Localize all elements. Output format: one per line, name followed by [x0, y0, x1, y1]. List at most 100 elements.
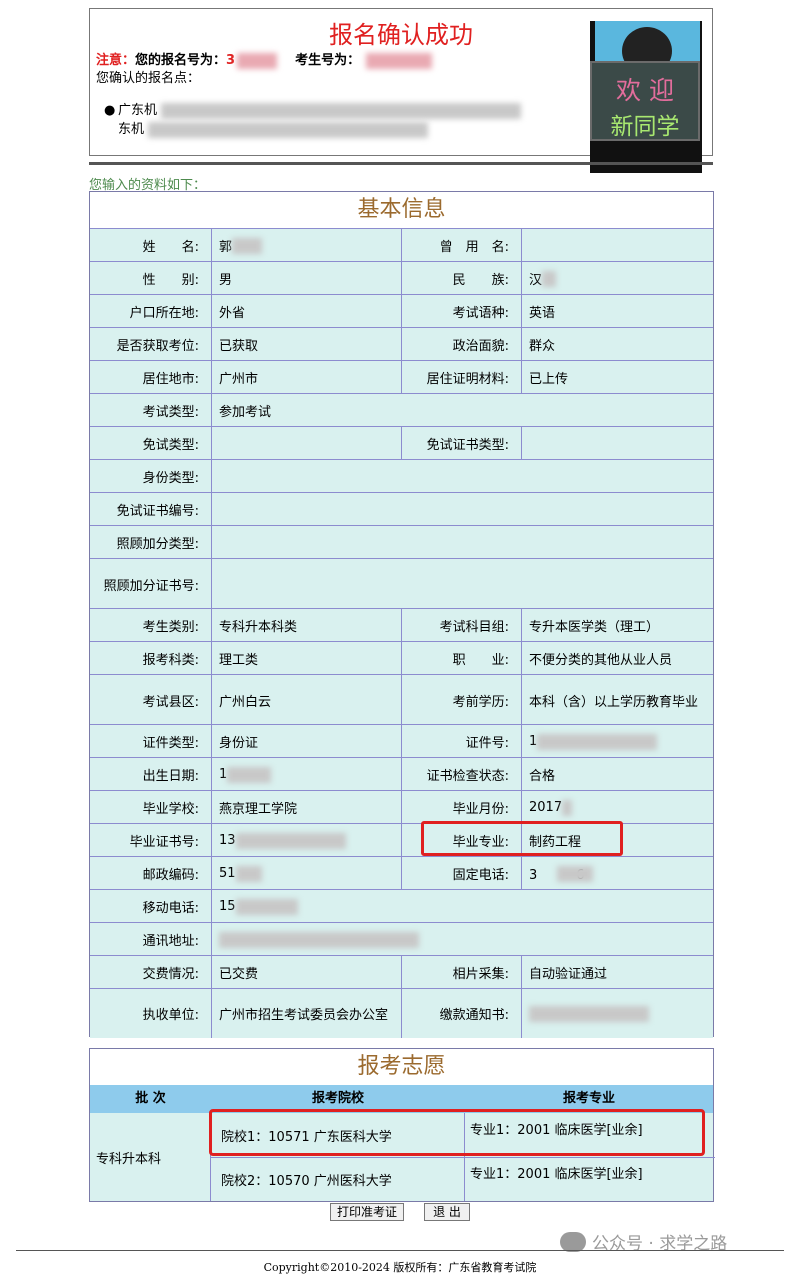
field-label-text: 政治面貌:	[452, 339, 509, 354]
info-row: 证件类型: 身份证 证件号: 1	[90, 724, 713, 758]
field-value	[211, 427, 401, 460]
redacted-value	[219, 931, 419, 948]
divider	[89, 162, 713, 165]
field-label-text: 性 别:	[142, 273, 199, 288]
field-label-text: 毕业月份:	[452, 802, 509, 817]
highlight-box	[209, 1109, 705, 1156]
field-value: 1	[211, 758, 401, 791]
school-cell: 院校2：10570 广州医科大学	[221, 1173, 392, 1189]
print-admission-button[interactable]: 打印准考证	[330, 1203, 404, 1221]
welcome-text: 欢 迎	[616, 76, 674, 105]
point-line1: 广东机	[118, 103, 158, 118]
field-value-text: 燕京理工学院	[219, 802, 298, 817]
field-value: 专科升本科类	[211, 609, 401, 642]
field-value: 郭	[211, 229, 401, 262]
field-value: 15	[211, 890, 713, 923]
info-row: 执收单位: 广州市招生考试委员会办公室 缴款通知书:	[90, 988, 713, 1038]
field-value-text: 已上传	[529, 372, 569, 387]
field-value	[521, 229, 713, 262]
field-label-text: 固定电话:	[452, 868, 509, 883]
exit-button[interactable]: 退 出	[424, 1203, 470, 1221]
field-label: 证件号:	[401, 725, 521, 758]
field-value: 英语	[521, 295, 713, 328]
field-label: 执收单位:	[90, 989, 211, 1038]
field-value-text: 1	[219, 767, 228, 782]
field-label-text: 考前学历:	[452, 694, 509, 710]
registration-notice: 注意：您的报名号为：3 考生号为：	[96, 49, 433, 69]
info-row: 通讯地址:	[90, 922, 713, 956]
field-label: 照顾加分类型:	[90, 526, 211, 559]
field-value: 已交费	[211, 956, 401, 989]
field-label: 免试证书类型:	[401, 427, 521, 460]
info-row: 考生类别: 专科升本科类 考试科目组: 专升本医学类（理工）	[90, 608, 713, 642]
field-label-text: 考试类型:	[142, 405, 199, 420]
redacted-value	[235, 832, 346, 849]
info-row: 出生日期: 1 证书检查状态: 合格	[90, 757, 713, 791]
field-label-text: 考试科目组:	[439, 620, 509, 635]
field-label: 姓 名:	[90, 229, 211, 262]
field-value-text: 专升本医学类（理工）	[529, 620, 660, 635]
field-label-text: 毕业证书号:	[129, 835, 199, 850]
field-label: 居住证明材料:	[401, 361, 521, 394]
info-row: 毕业学校: 燕京理工学院 毕业月份: 2017	[90, 790, 713, 824]
field-label: 通讯地址:	[90, 923, 211, 956]
field-value: 理工类	[211, 642, 401, 675]
field-label: 考试类型:	[90, 394, 211, 427]
field-label: 毕业证书号:	[90, 824, 211, 857]
info-row: 姓 名: 郭 曾 用 名:	[90, 228, 713, 262]
info-row: 性 别: 男 民 族: 汉	[90, 261, 713, 295]
field-label-text: 考生类别:	[142, 620, 199, 635]
field-label-text: 民 族:	[452, 273, 509, 288]
field-value-text: 本科（含）以上学历教育毕业	[529, 694, 699, 710]
redacted-reg-no	[237, 52, 278, 69]
redacted-value	[556, 865, 593, 882]
field-label: 性 别:	[90, 262, 211, 295]
field-value: 广州市	[211, 361, 401, 394]
field-value: 不便分类的其他从业人员	[521, 642, 713, 675]
field-value	[211, 526, 713, 559]
field-value: 外省	[211, 295, 401, 328]
field-label-text: 是否获取考位:	[116, 339, 199, 354]
field-label-text: 交费情况:	[142, 967, 199, 982]
field-label: 民 族:	[401, 262, 521, 295]
field-value-text: 1	[529, 734, 538, 749]
point-line2: 东机	[118, 122, 145, 137]
field-value: 已上传	[521, 361, 713, 394]
info-row: 居住地市: 广州市 居住证明材料: 已上传	[90, 360, 713, 394]
welcome-text: 新同学	[610, 114, 680, 140]
info-row: 免试类型: 免试证书类型:	[90, 426, 713, 460]
field-label: 政治面貌:	[401, 328, 521, 361]
field-value-text: 外省	[219, 306, 246, 321]
field-label-text: 邮政编码:	[142, 868, 199, 883]
field-value: 1	[521, 725, 713, 758]
applicant-photo: 欢 迎 新同学	[590, 21, 702, 173]
field-value	[211, 559, 713, 609]
info-row: 免试证书编号:	[90, 492, 713, 526]
field-value: 自动验证通过	[521, 956, 713, 989]
field-value-text: 合格	[529, 769, 556, 784]
info-row: 照顾加分证书号:	[90, 558, 713, 609]
field-label: 邮政编码:	[90, 857, 211, 890]
field-label-text: 免试证书类型:	[426, 438, 509, 453]
field-label: 报考科类:	[90, 642, 211, 675]
field-value-text: 广州白云	[219, 694, 272, 710]
field-value-text: 广州市	[219, 372, 259, 387]
field-value-text: 已获取	[219, 339, 259, 354]
field-value-text: 15	[219, 899, 236, 914]
field-value: 13	[211, 824, 401, 857]
redacted-value	[227, 766, 272, 783]
field-value-text: 已交费	[219, 967, 259, 982]
field-label-text: 身份类型:	[142, 471, 199, 486]
field-label: 居住地市:	[90, 361, 211, 394]
field-value-text: 郭	[219, 240, 233, 255]
field-label-text: 免试类型:	[142, 438, 199, 453]
field-value	[211, 460, 713, 493]
field-value: 2017	[521, 791, 713, 824]
info-row: 身份类型:	[90, 459, 713, 493]
copyright: Copyright©2010-2024 版权所有：广东省教育考试院	[263, 1261, 537, 1274]
field-value-text: 不便分类的其他从业人员	[529, 653, 673, 668]
bullet-icon: ●	[104, 103, 116, 118]
field-label: 毕业月份:	[401, 791, 521, 824]
field-label: 考生类别:	[90, 609, 211, 642]
field-value: 合格	[521, 758, 713, 791]
